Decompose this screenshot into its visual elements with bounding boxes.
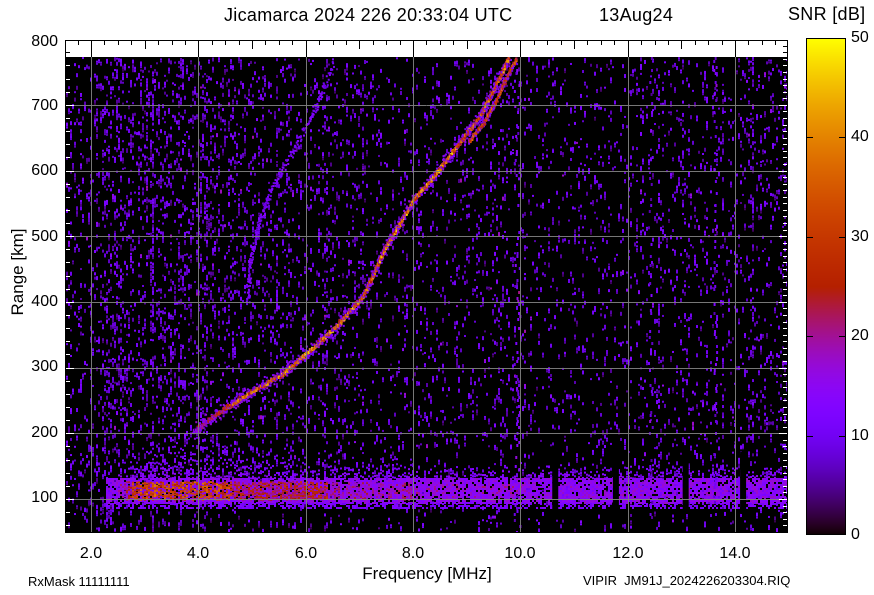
y-tick-label: 300 — [31, 358, 58, 375]
colorbar-tick-label: 10 — [851, 427, 869, 444]
x-tick-label: 4.0 — [186, 545, 210, 562]
x-tick-label: 14.0 — [719, 545, 751, 562]
colorbar-tick-label: 20 — [851, 327, 869, 344]
x-tick-label: 6.0 — [294, 545, 318, 562]
ionogram-heatmap — [65, 40, 788, 533]
plot-title: Jicamarca 2024 226 20:33:04 UTC — [224, 5, 513, 25]
x-tick-label: 12.0 — [612, 545, 644, 562]
y-tick-label: 100 — [31, 489, 58, 506]
colorbar-tick-label: 0 — [851, 526, 860, 543]
y-tick-label: 500 — [31, 228, 58, 245]
x-axis-label: Frequency [MHz] — [362, 564, 492, 583]
colorbar-tick-label: 30 — [851, 228, 869, 245]
y-tick-label: 800 — [31, 33, 58, 50]
rx-mask-text: RxMask 11111111 — [28, 574, 130, 589]
x-tick-label: 10.0 — [504, 545, 536, 562]
y-tick-label: 700 — [31, 97, 58, 114]
y-tick-label: 400 — [31, 293, 58, 310]
x-tick-label: 8.0 — [401, 545, 425, 562]
y-tick-label: 600 — [31, 162, 58, 179]
x-tick-label: 2.0 — [79, 545, 103, 562]
ionogram-window: Jicamarca 2024 226 20:33:04 UTC 13Aug24 … — [0, 0, 874, 595]
y-tick-label: 200 — [31, 424, 58, 441]
plot-date: 13Aug24 — [599, 5, 674, 25]
colorbar-tick-label: 50 — [851, 29, 869, 46]
colorbar-tick-label: 40 — [851, 128, 869, 145]
file-name-text: VIPIR JM91J_2024226203304.RIQ — [583, 573, 791, 588]
colorbar-gradient — [806, 38, 846, 535]
colorbar-title: SNR [dB] — [788, 4, 866, 24]
